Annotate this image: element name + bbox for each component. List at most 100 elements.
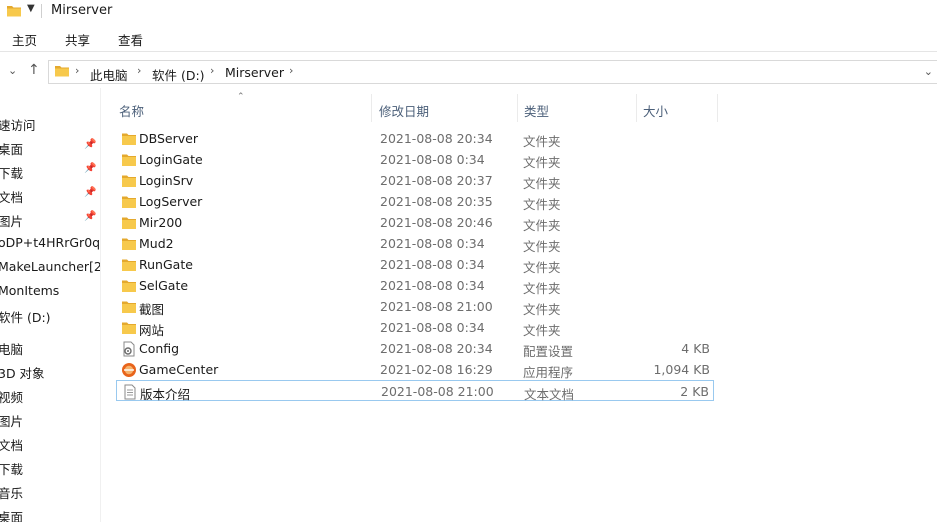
table-row[interactable]: RunGate 2021-08-08 0:34 文件夹 — [116, 254, 714, 275]
breadcrumb-drive-d[interactable]: 软件 (D:) — [152, 65, 205, 84]
table-row[interactable]: SelGate 2021-08-08 0:34 文件夹 — [116, 275, 714, 296]
breadcrumb-chevron-icon[interactable]: › — [75, 64, 79, 77]
file-name: RunGate — [139, 257, 193, 272]
file-date: 2021-08-08 20:34 — [380, 131, 493, 146]
nav-item-label: MonItems — [0, 283, 60, 298]
nav-item-desktop-pc[interactable]: 桌面 — [0, 504, 100, 522]
folder-icon — [121, 173, 137, 192]
table-row[interactable]: DBServer 2021-08-08 20:34 文件夹 — [116, 128, 714, 149]
table-row[interactable]: Config 2021-08-08 20:34 配置设置 4 KB — [116, 338, 714, 359]
file-date: 2021-08-08 21:00 — [380, 299, 493, 314]
file-name: Config — [139, 341, 180, 356]
folder-icon — [7, 6, 21, 17]
nav-item-documents-pc[interactable]: 文档 — [0, 432, 100, 454]
file-name: Mud2 — [139, 236, 174, 251]
nav-item-desktop[interactable]: 桌面 📌 — [0, 136, 100, 158]
column-header-row: 名称 修改日期 类型 大小 — [102, 94, 937, 122]
nav-item-downloads-pc[interactable]: 下载 — [0, 456, 100, 478]
nav-item-monitems[interactable]: MonItems — [0, 280, 100, 302]
up-arrow-icon[interactable]: ↑ — [28, 62, 40, 78]
file-date: 2021-08-08 20:46 — [380, 215, 493, 230]
table-row[interactable]: GameCenter 2021-02-08 16:29 应用程序 1,094 KB — [116, 359, 714, 380]
breadcrumb-chevron-icon[interactable]: › — [137, 64, 141, 77]
nav-item-label: MakeLauncher[21 — [0, 259, 101, 274]
pin-icon: 📌 — [84, 139, 97, 150]
nav-item-label: 图片 — [0, 414, 24, 429]
breadcrumb-this-pc[interactable]: 此电脑 — [90, 65, 128, 84]
folder-icon — [121, 299, 137, 318]
nav-item-videos[interactable]: 视频 — [0, 384, 100, 406]
nav-item-3d-objects[interactable]: 3D 对象 — [0, 360, 100, 382]
file-date: 2021-08-08 20:37 — [380, 173, 493, 188]
column-header-name[interactable]: 名称 — [102, 94, 372, 122]
file-name: 版本介绍 — [140, 387, 191, 402]
file-type: 文件夹 — [523, 281, 561, 296]
folder-icon — [55, 66, 69, 77]
folder-icon — [121, 236, 137, 255]
folder-icon — [121, 215, 137, 234]
nav-item-pictures-pc[interactable]: 图片 — [0, 408, 100, 430]
table-row[interactable]: LogServer 2021-08-08 20:35 文件夹 — [116, 191, 714, 212]
file-name: 网站 — [139, 323, 165, 338]
column-header-date[interactable]: 修改日期 — [362, 94, 518, 122]
nav-item-label: 音乐 — [0, 486, 24, 501]
file-name: DBServer — [139, 131, 198, 146]
pin-icon: 📌 — [84, 187, 97, 198]
nav-item-label: 图片 — [0, 214, 24, 229]
window-title: Mirserver — [51, 3, 113, 18]
file-type: 文件夹 — [523, 260, 561, 275]
nav-item-this-pc[interactable]: 电脑 — [0, 336, 100, 358]
file-type: 配置设置 — [523, 344, 574, 359]
nav-item-label: 3D 对象 — [0, 366, 45, 381]
nav-item-odp-folder[interactable]: oDP+t4HRrGr0qq — [0, 232, 101, 254]
file-date: 2021-08-08 0:34 — [380, 152, 485, 167]
nav-item-drive-d[interactable]: 软件 (D:) — [0, 304, 100, 326]
nav-item-label: 文档 — [0, 190, 24, 205]
table-row[interactable]: 网站 2021-08-08 0:34 文件夹 — [116, 317, 714, 338]
ribbon-divider — [0, 51, 937, 52]
nav-item-label: oDP+t4HRrGr0qq — [0, 235, 101, 250]
nav-item-documents[interactable]: 文档 📌 — [0, 184, 100, 206]
file-type: 文件夹 — [523, 218, 561, 233]
address-dropdown-icon[interactable]: ⌄ — [924, 65, 933, 78]
tab-home[interactable]: 主页 — [12, 30, 37, 49]
quick-access-dropdown-icon[interactable]: ▼ — [27, 3, 35, 14]
file-type: 应用程序 — [523, 365, 574, 380]
file-type: 文件夹 — [523, 176, 561, 191]
recent-locations-chevron-icon[interactable]: ⌄ — [8, 64, 17, 77]
nav-item-downloads[interactable]: 下载 📌 — [0, 160, 100, 182]
file-date: 2021-08-08 0:34 — [380, 257, 485, 272]
file-date: 2021-08-08 0:34 — [380, 278, 485, 293]
text-file-icon — [122, 384, 138, 403]
tab-view[interactable]: 查看 — [118, 30, 143, 49]
column-header-size[interactable]: 大小 — [626, 94, 718, 122]
table-row[interactable]: 截图 2021-08-08 21:00 文件夹 — [116, 296, 714, 317]
column-header-type[interactable]: 类型 — [507, 94, 637, 122]
table-row[interactable]: LoginSrv 2021-08-08 20:37 文件夹 — [116, 170, 714, 191]
nav-item-pictures[interactable]: 图片 📌 — [0, 208, 100, 230]
nav-item-quick-access[interactable]: 速访问 — [0, 112, 100, 134]
table-row[interactable]: Mir200 2021-08-08 20:46 文件夹 — [116, 212, 714, 233]
nav-item-label: 桌面 — [0, 142, 24, 157]
table-row[interactable]: LoginGate 2021-08-08 0:34 文件夹 — [116, 149, 714, 170]
table-row[interactable]: Mud2 2021-08-08 0:34 文件夹 — [116, 233, 714, 254]
file-type: 文件夹 — [523, 239, 561, 254]
table-row[interactable]: 版本介绍 2021-08-08 21:00 文本文档 2 KB — [116, 380, 714, 403]
nav-item-label: 电脑 — [0, 342, 24, 357]
file-size: 1,094 KB — [653, 362, 710, 377]
pin-icon: 📌 — [84, 163, 97, 174]
nav-item-label: 速访问 — [0, 118, 36, 133]
breadcrumb-mirserver[interactable]: Mirserver — [225, 65, 284, 80]
breadcrumb-chevron-icon[interactable]: › — [210, 64, 214, 77]
folder-icon — [121, 152, 137, 171]
file-date: 2021-08-08 0:34 — [380, 236, 485, 251]
file-date: 2021-08-08 0:34 — [380, 320, 485, 335]
nav-item-makelauncher[interactable]: MakeLauncher[21 — [0, 256, 101, 278]
address-bar[interactable]: › 此电脑 › 软件 (D:) › Mirserver › ⌄ — [48, 60, 937, 84]
nav-item-music[interactable]: 音乐 — [0, 480, 100, 502]
breadcrumb-chevron-icon[interactable]: › — [289, 64, 293, 77]
file-name: LoginSrv — [139, 173, 194, 188]
tab-share[interactable]: 共享 — [65, 30, 90, 49]
file-name: 截图 — [139, 302, 165, 317]
file-name: GameCenter — [139, 362, 219, 377]
